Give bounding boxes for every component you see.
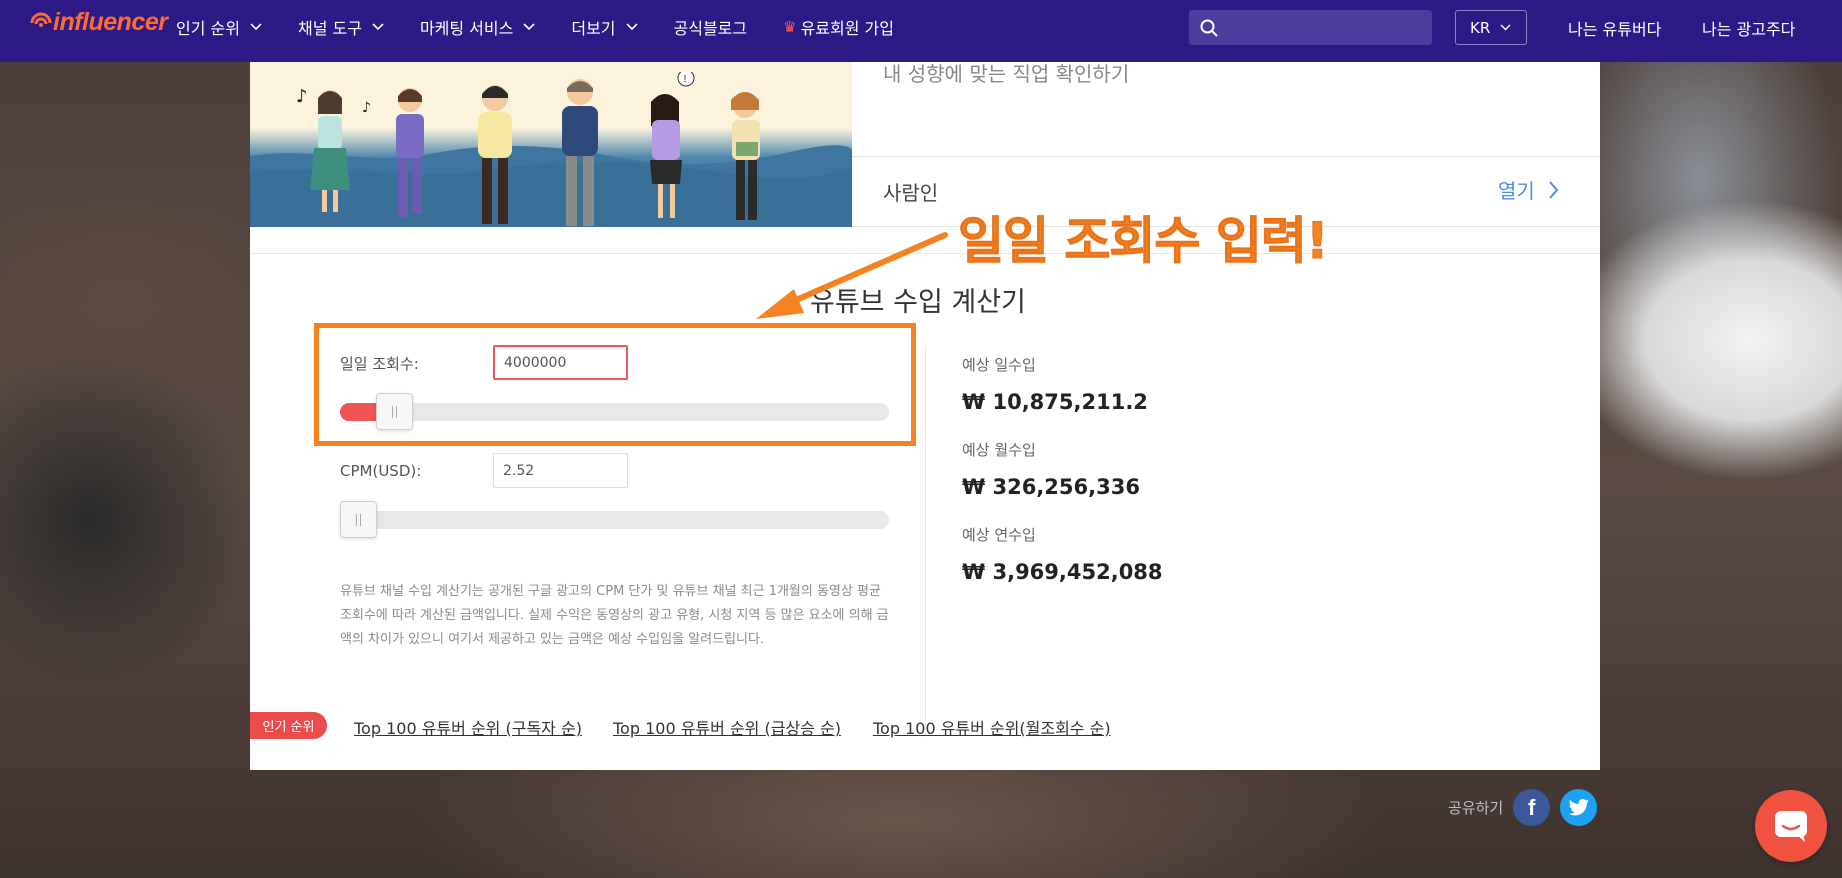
nav-item-marketing-service[interactable]: 마케팅 서비스 xyxy=(420,15,535,39)
job-banner-image[interactable]: ! ♪ ♪ xyxy=(250,62,852,227)
annotation-text: 일일 조회수 입력! xyxy=(958,212,1330,271)
cpm-label: CPM(USD): xyxy=(340,462,422,480)
facebook-icon[interactable]: f xyxy=(1513,789,1551,826)
youtuber-link[interactable]: 나는 유튜버다 xyxy=(1568,16,1661,40)
advertiser-link[interactable]: 나는 광고주다 xyxy=(1702,16,1795,40)
chevron-down-icon xyxy=(250,23,262,31)
main-menu: 인기 순위 채널 도구 마케팅 서비스 더보기 공식블로그 ♛ 유료회원 가입 xyxy=(176,0,930,54)
chat-icon xyxy=(1775,811,1807,842)
share-label: 공유하기 xyxy=(1448,799,1504,817)
twitter-bird-icon xyxy=(1568,798,1589,815)
search-input[interactable] xyxy=(1228,19,1418,36)
nav-item-premium-signup[interactable]: ♛ 유료회원 가입 xyxy=(783,15,894,39)
svg-text:♪: ♪ xyxy=(362,100,371,116)
monthly-income-label: 예상 월수입 xyxy=(962,441,1036,459)
chevron-down-icon xyxy=(523,23,535,31)
logo[interactable]: influencer xyxy=(30,8,168,37)
nav-item-popular-rank[interactable]: 인기 순위 xyxy=(176,15,262,39)
job-subtitle: 내 성향에 맞는 직업 확인하기 xyxy=(883,62,1130,86)
share-bar: 공유하기 f xyxy=(1448,789,1598,826)
cpm-input[interactable] xyxy=(493,453,628,488)
nav-item-channel-tools[interactable]: 채널 도구 xyxy=(298,15,384,39)
rank-link-rising[interactable]: Top 100 유튜버 순위 (급상승 순) xyxy=(613,715,841,739)
logo-wifi-icon xyxy=(30,12,52,27)
monthly-income-value: ₩ 326,256,336 xyxy=(962,475,1140,499)
search-box xyxy=(1189,10,1432,45)
calculator-disclaimer: 유튜브 채널 수입 계산기는 공개된 구글 광고의 CPM 단가 및 유튜브 채… xyxy=(340,584,889,647)
logo-text: influencer xyxy=(53,8,168,36)
top-navigation: influencer 인기 순위 채널 도구 마케팅 서비스 더보기 공식블로그… xyxy=(0,0,1842,62)
daily-income-label: 예상 일수입 xyxy=(962,356,1036,374)
people-illustration: ! ♪ ♪ xyxy=(296,72,760,226)
chevron-down-icon xyxy=(372,23,384,31)
open-link[interactable]: 열기 xyxy=(1498,175,1559,204)
crown-icon: ♛ xyxy=(783,18,797,36)
svg-text:♪: ♪ xyxy=(296,86,308,107)
nav-item-official-blog[interactable]: 공식블로그 xyxy=(674,15,748,39)
annotation-highlight-box xyxy=(314,323,916,446)
popular-rank-badge: 인기 순위 xyxy=(250,712,327,739)
source-label: 사람인 xyxy=(883,181,939,205)
twitter-icon[interactable] xyxy=(1560,789,1598,826)
search-icon[interactable] xyxy=(1200,19,1218,37)
language-select[interactable]: KR xyxy=(1455,10,1527,45)
rank-link-subscribers[interactable]: Top 100 유튜버 순위 (구독자 순) xyxy=(354,715,582,739)
divider xyxy=(925,346,926,737)
rank-link-monthly-views[interactable]: Top 100 유튜버 순위(월조회수 순) xyxy=(873,715,1111,739)
divider xyxy=(852,156,1600,157)
cpm-slider-handle[interactable] xyxy=(340,501,377,538)
nav-item-more[interactable]: 더보기 xyxy=(571,15,638,39)
svg-text:!: ! xyxy=(683,74,687,85)
yearly-income-value: ₩ 3,969,452,088 xyxy=(962,560,1163,584)
daily-income-value: ₩ 10,875,211.2 xyxy=(962,390,1148,414)
chevron-right-icon xyxy=(1549,180,1559,199)
cpm-slider[interactable] xyxy=(340,501,889,538)
chevron-down-icon xyxy=(1500,24,1511,31)
chat-button[interactable] xyxy=(1755,790,1827,862)
annotation-arrow xyxy=(756,232,948,319)
chevron-down-icon xyxy=(625,23,638,31)
yearly-income-label: 예상 연수입 xyxy=(962,526,1036,544)
